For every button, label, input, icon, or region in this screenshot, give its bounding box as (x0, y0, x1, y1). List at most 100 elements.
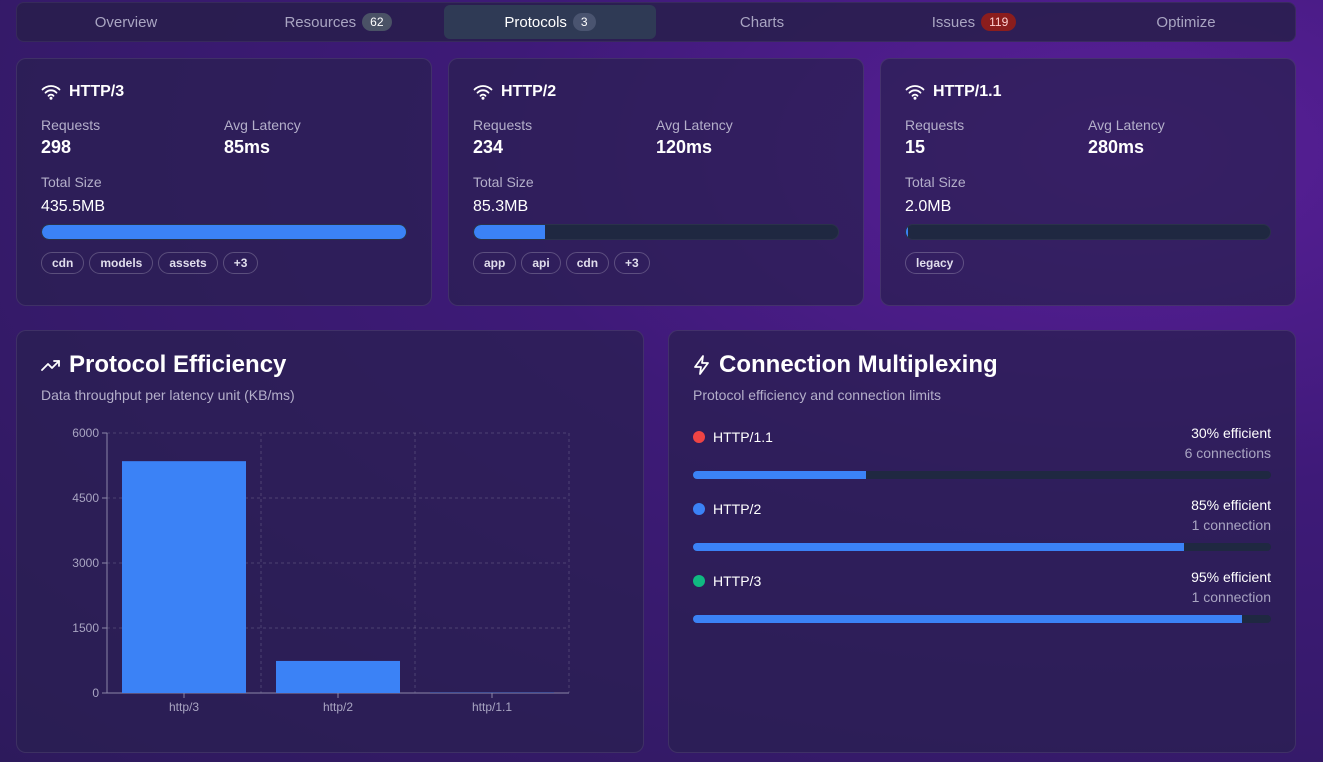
mux-row-http3: HTTP/3 95% efficient 1 connection (693, 569, 1271, 623)
tag-chip[interactable]: models (89, 252, 154, 274)
size-progress-fill (474, 225, 546, 239)
protocol-card-http2: HTTP/2 Requests 234 Avg Latency 120ms Tota… (448, 58, 864, 306)
protocol-card-http3: HTTP/3 Requests 298 Avg Latency 85ms Total… (16, 58, 432, 306)
y-tick-label: 4500 (72, 491, 99, 505)
more-tags-chip[interactable]: +3 (222, 252, 259, 274)
y-tick-label: 1500 (72, 621, 99, 635)
mux-row-http11: HTTP/1.1 30% efficient 6 connections (693, 425, 1271, 479)
protocols-count-badge: 3 (572, 13, 596, 31)
wifi-icon (905, 85, 925, 100)
mux-efficiency: 30% efficient (1191, 425, 1271, 441)
latency-label: Avg Latency (656, 117, 733, 133)
latency-label: Avg Latency (224, 117, 301, 133)
requests-label: Requests (473, 117, 533, 133)
requests-value: 15 (905, 137, 926, 157)
card-title: HTTP/3 (69, 83, 125, 100)
size-progress-bar (41, 224, 407, 240)
status-dot (693, 575, 705, 587)
issues-count-badge: 119 (981, 13, 1017, 31)
protocol-card-http11: HTTP/1.1 Requests 15 Avg Latency 280ms Tot… (880, 58, 1296, 306)
tag-chip[interactable]: legacy (905, 252, 965, 274)
tab-optimize[interactable]: Optimize (1080, 5, 1292, 39)
card-header: HTTP/2 (473, 83, 839, 101)
bar-http/2 (276, 660, 400, 693)
mux-protocol: HTTP/3 (693, 573, 761, 589)
wifi-icon (41, 85, 61, 100)
mux-efficiency: 85% efficient (1191, 497, 1271, 513)
tab-issues[interactable]: Issues 119 (868, 5, 1080, 39)
tag-list: cdn models assets +3 (41, 252, 407, 274)
tab-label: Optimize (1156, 13, 1216, 31)
mux-connections: 6 connections (1184, 445, 1271, 461)
mux-progress-fill (693, 471, 867, 479)
protocol-efficiency-panel: Protocol Efficiency Data throughput per … (16, 330, 644, 753)
size-label: Total Size (473, 174, 534, 190)
status-dot (693, 431, 705, 443)
mux-protocol-label: HTTP/1.1 (713, 429, 773, 445)
tag-chip[interactable]: app (473, 252, 517, 274)
mux-protocol: HTTP/1.1 (693, 429, 773, 445)
tab-bar: Overview Resources 62 Protocols 3 Charts… (16, 2, 1296, 42)
mux-efficiency: 95% efficient (1191, 569, 1271, 585)
latency-value: 120ms (656, 137, 713, 157)
requests-value: 298 (41, 137, 72, 157)
tab-label: Charts (739, 13, 785, 31)
size-progress-bar (473, 224, 839, 240)
tab-protocols[interactable]: Protocols 3 (444, 5, 656, 39)
panel-header: Connection Multiplexing (693, 351, 1271, 379)
tag-chip[interactable]: api (521, 252, 561, 274)
status-dot (693, 503, 705, 515)
tab-label: Overview (94, 13, 158, 31)
connection-multiplexing-panel: Connection Multiplexing Protocol efficie… (668, 330, 1296, 753)
mux-connections: 1 connection (1191, 589, 1271, 605)
size-label: Total Size (41, 174, 102, 190)
card-header: HTTP/3 (41, 83, 407, 101)
tag-list: legacy (905, 252, 1271, 274)
latency-value: 280ms (1088, 137, 1145, 157)
y-tick-label: 6000 (72, 427, 99, 440)
tab-resources[interactable]: Resources 62 (232, 5, 444, 39)
mux-progress-fill (693, 543, 1185, 551)
tab-charts[interactable]: Charts (656, 5, 868, 39)
mux-progress-bar (693, 471, 1271, 479)
y-tick-label: 0 (92, 686, 99, 700)
trending-up-icon (41, 360, 60, 371)
requests-label: Requests (41, 117, 101, 133)
tab-overview[interactable]: Overview (20, 5, 232, 39)
requests-label: Requests (905, 117, 965, 133)
size-progress-bar (905, 224, 1271, 240)
tag-chip[interactable]: cdn (565, 252, 610, 274)
latency-value: 85ms (224, 137, 271, 157)
panel-title: Protocol Efficiency (69, 351, 287, 378)
bar-http/3 (122, 461, 246, 693)
x-tick-label: http/2 (323, 700, 353, 714)
tag-chip[interactable]: assets (158, 252, 218, 274)
size-progress-fill (42, 225, 406, 239)
size-value: 2.0MB (905, 198, 952, 215)
card-title: HTTP/1.1 (933, 83, 1002, 100)
tab-label: Resources (284, 13, 357, 31)
mux-progress-bar (693, 615, 1271, 623)
requests-value: 234 (473, 137, 504, 157)
tag-chip[interactable]: cdn (41, 252, 85, 274)
size-progress-fill (906, 225, 908, 239)
lightning-icon (694, 355, 709, 375)
mux-connections: 1 connection (1191, 517, 1271, 533)
mux-protocol: HTTP/2 (693, 501, 761, 517)
latency-label: Avg Latency (1088, 117, 1165, 133)
mux-row-http2: HTTP/2 85% efficient 1 connection (693, 497, 1271, 551)
tag-list: app api cdn +3 (473, 252, 839, 274)
mux-progress-bar (693, 543, 1271, 551)
card-header: HTTP/1.1 (905, 83, 1271, 101)
mux-progress-fill (693, 615, 1243, 623)
size-value: 85.3MB (473, 198, 529, 215)
more-tags-chip[interactable]: +3 (614, 252, 650, 274)
panel-subtitle: Data throughput per latency unit (KB/ms) (41, 387, 295, 403)
panel-title: Connection Multiplexing (719, 351, 998, 378)
tab-label: Protocols (504, 13, 567, 31)
tab-label: Issues (931, 13, 976, 31)
wifi-icon (473, 85, 493, 100)
x-tick-label: http/3 (169, 700, 199, 714)
size-value: 435.5MB (41, 198, 106, 215)
size-label: Total Size (905, 174, 966, 190)
